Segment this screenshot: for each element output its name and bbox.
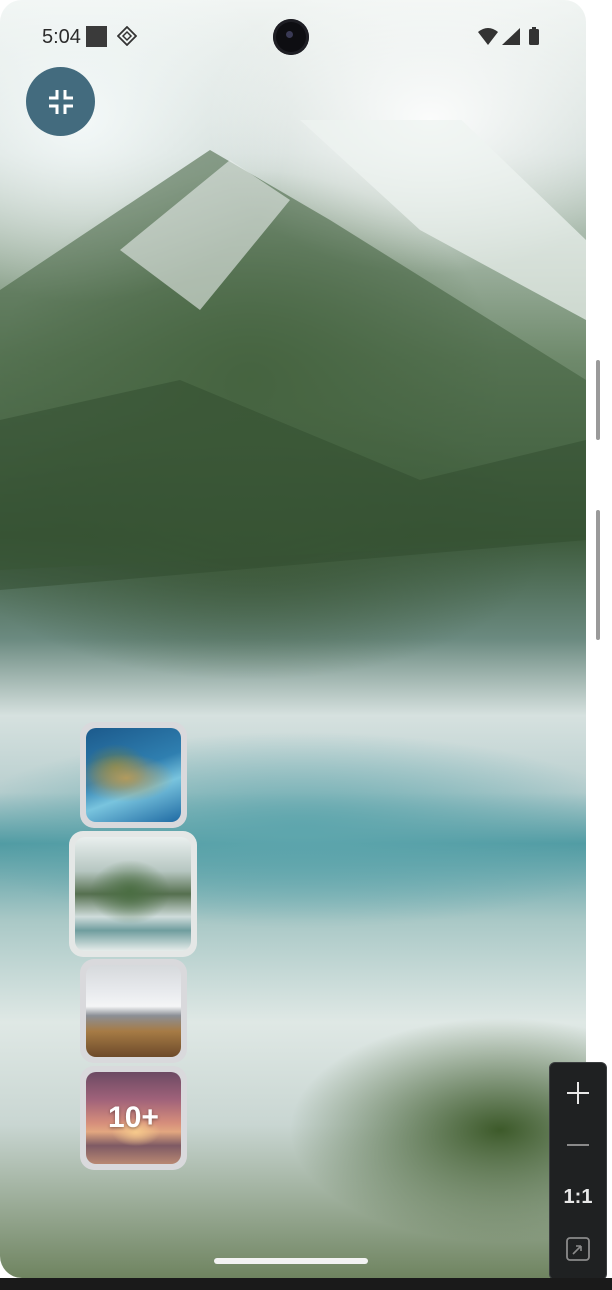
thumbnail-coastal-island[interactable] [80,722,187,828]
zoom-controls: 1:1 [549,1062,607,1280]
status-bar: 5:04 [0,18,586,58]
thumbnail-green-mountain-selected[interactable] [69,831,197,957]
zoom-reset-button[interactable]: 1:1 [550,1171,606,1223]
front-camera [273,19,309,55]
screen: 5:04 10+ 1:1 [0,0,612,1290]
thumbnail-image [86,728,181,822]
zoom-in-button[interactable] [550,1067,606,1119]
thumbnail-image [86,965,181,1057]
home-indicator[interactable] [214,1258,368,1264]
fullscreen-exit-icon [48,89,73,114]
zoom-out-button[interactable] [550,1119,606,1171]
thumbnail-snowy-mountains[interactable] [80,959,187,1063]
minus-icon [567,1144,589,1146]
fit-to-screen-icon [566,1237,590,1261]
device-bezel [0,1278,612,1290]
power-button [596,510,600,640]
gesture-diamond-icon [117,26,137,46]
plus-icon [567,1082,589,1104]
stop-square-icon [86,26,107,47]
exit-fullscreen-button[interactable] [26,67,95,136]
fit-to-screen-button[interactable] [550,1223,606,1275]
thumbnail-more-photos[interactable]: 10+ [80,1066,187,1170]
more-count-label: 10+ [108,1101,159,1134]
volume-button [596,360,600,440]
cellular-signal-icon [502,28,520,45]
status-icons [478,27,539,45]
background-photo [0,120,586,590]
image-viewer[interactable]: 5:04 10+ [0,0,586,1278]
thumbnail-image [75,837,191,951]
thumbnail-image: 10+ [86,1072,181,1164]
wifi-icon [478,28,498,45]
battery-icon [529,27,539,45]
status-time: 5:04 [42,26,81,48]
